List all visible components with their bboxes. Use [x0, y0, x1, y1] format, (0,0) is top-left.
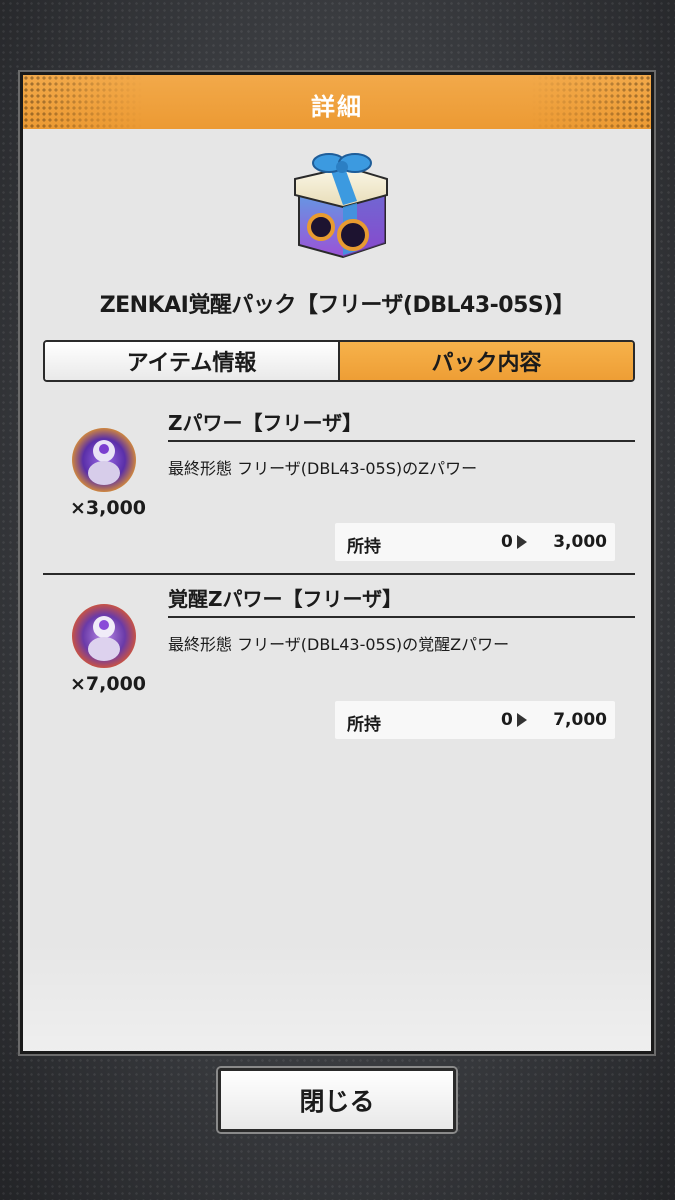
item-quantity: ×7,000	[69, 673, 147, 695]
pack-name: ZENKAI覚醒パック【フリーザ(DBL43-05S)】	[99, 293, 575, 318]
close-button[interactable]: 閉じる	[218, 1068, 456, 1132]
owned-new: 7,000	[553, 710, 607, 730]
owned-label: 所持	[347, 537, 381, 557]
tab-item-info[interactable]: アイテム情報	[45, 342, 340, 380]
item-quantity: ×3,000	[69, 497, 147, 519]
owned-current: 0	[501, 710, 513, 730]
dialog-title: 詳細	[311, 93, 363, 121]
list-item: ×7,000 覚醒Zパワー【フリーザ】 最終形態 フリーザ(DBL43-05S)…	[43, 583, 635, 748]
owned-count-box: 所持 0 3,000	[335, 523, 615, 561]
tab-bar: アイテム情報 パック内容	[43, 340, 635, 382]
item-divider	[43, 573, 635, 575]
tab-pack-contents[interactable]: パック内容	[340, 342, 633, 380]
dialog-header: 詳細	[23, 75, 651, 129]
gift-box-icon	[294, 153, 388, 259]
frieza-awaken-z-power-icon	[72, 604, 136, 668]
dialog-decoration	[23, 941, 651, 1051]
arrow-right-icon	[517, 535, 527, 549]
item-description: 最終形態 フリーザ(DBL43-05S)のZパワー	[168, 459, 478, 478]
item-description: 最終形態 フリーザ(DBL43-05S)の覚醒Zパワー	[168, 635, 510, 654]
item-title: 覚醒Zパワー【フリーザ】	[168, 583, 635, 618]
list-item: ×3,000 Zパワー【フリーザ】 最終形態 フリーザ(DBL43-05S)のZ…	[43, 405, 635, 570]
owned-label: 所持	[347, 715, 381, 735]
detail-dialog: 詳細 ZENKAI覚醒パック【フリーザ(DBL43-05S)】 アイテム情報 パ…	[20, 72, 654, 1054]
owned-current: 0	[501, 532, 513, 552]
arrow-right-icon	[517, 713, 527, 727]
item-title: Zパワー【フリーザ】	[168, 407, 635, 442]
frieza-z-power-icon	[72, 428, 136, 492]
owned-new: 3,000	[553, 532, 607, 552]
owned-count-box: 所持 0 7,000	[335, 701, 615, 739]
